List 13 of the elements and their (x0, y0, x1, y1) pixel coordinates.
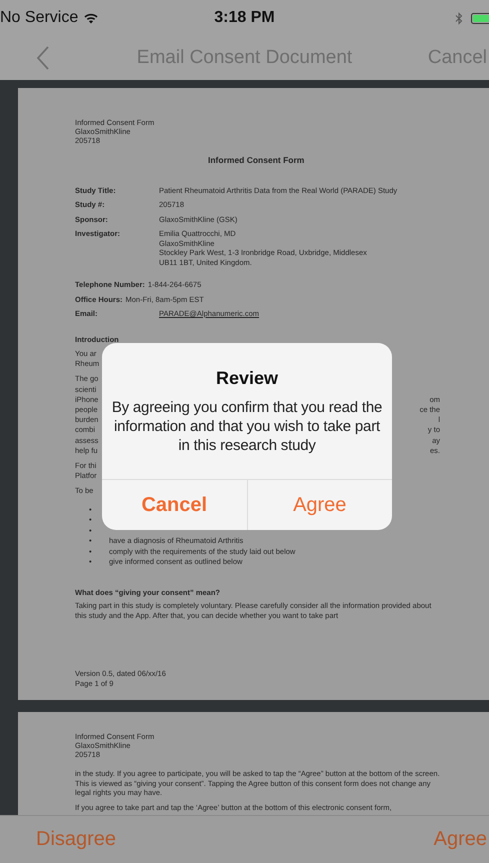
document-title: Informed Consent Form (208, 156, 306, 166)
dialog-message: By agreeing you confirm that you read the information and that you wish to take part in this research study (110, 398, 384, 455)
wifi-icon (84, 12, 98, 24)
back-chevron-icon (36, 46, 50, 70)
dialog-button[interactable]: Agree (246, 480, 392, 530)
dialog-button[interactable]: Cancel (102, 480, 246, 530)
battery-icon (471, 12, 489, 24)
bluetooth-icon (455, 12, 463, 24)
dialog-title: Review (216, 368, 278, 389)
status-time: 3:18 PM (214, 9, 275, 27)
agree-button[interactable]: Agree (398, 828, 489, 851)
carrier-label: No Service (0, 9, 78, 27)
disagree-button[interactable]: Disagree (0, 828, 152, 851)
